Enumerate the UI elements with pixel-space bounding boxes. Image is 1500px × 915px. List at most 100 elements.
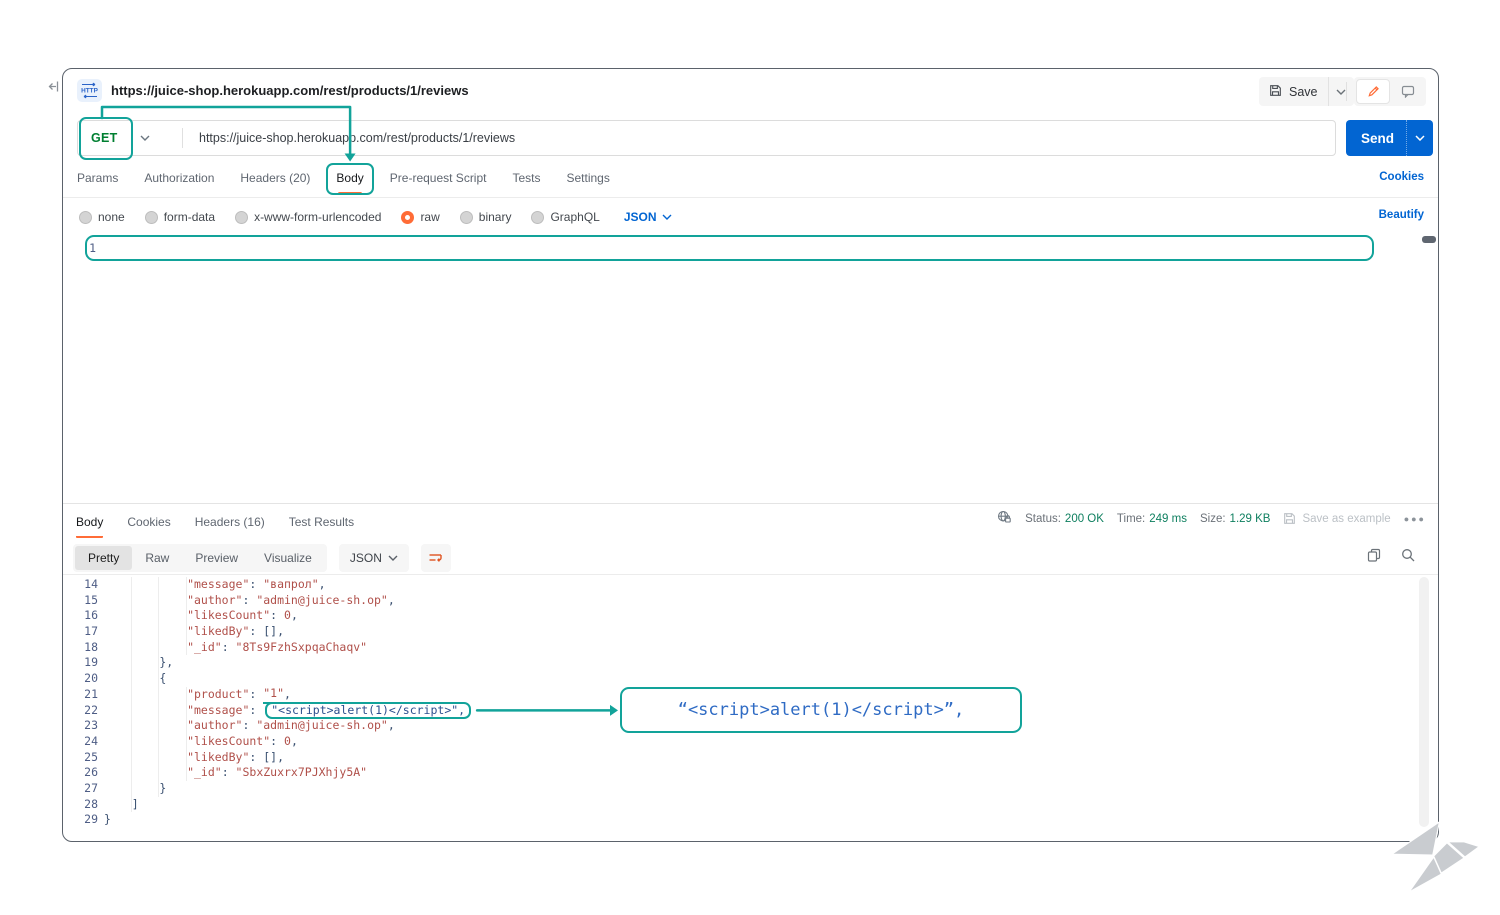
active-tab-underline [338, 192, 361, 195]
code-token: , [291, 608, 298, 624]
code-token: : [249, 624, 263, 640]
response-scrollbar[interactable] [1419, 577, 1429, 827]
line-content: "likesCount": 0, [104, 608, 298, 624]
search-icon[interactable] [1401, 548, 1415, 567]
line-content: "_id": "8Ts9FzhSxpqaChaqv" [104, 640, 367, 656]
tab-tests[interactable]: Tests [512, 171, 540, 185]
view-tab-raw[interactable]: Raw [132, 546, 182, 570]
code-token: "likedBy" [187, 750, 249, 766]
radio-none[interactable] [79, 211, 92, 224]
tab-params[interactable]: Params [77, 171, 118, 185]
indent-guide [159, 687, 187, 703]
code-token: , [388, 593, 395, 609]
code-token: : [249, 750, 263, 766]
svg-text:HTTP: HTTP [81, 88, 98, 95]
indent-guide [159, 640, 187, 656]
title-row: HTTP https://juice-shop.herokuapp.com/re… [63, 69, 1438, 113]
request-title: https://juice-shop.herokuapp.com/rest/pr… [111, 83, 469, 98]
method-selector[interactable]: GET [78, 121, 182, 155]
code-token: "author" [187, 718, 242, 734]
request-body-editor[interactable]: 1 [63, 235, 1438, 501]
view-tab-preview[interactable]: Preview [182, 546, 251, 570]
save-button[interactable]: Save [1259, 77, 1328, 106]
indent-guide [104, 671, 132, 687]
body-mode-binary[interactable]: binary [460, 210, 512, 224]
code-token: : [242, 718, 256, 734]
send-button[interactable]: Send [1346, 120, 1433, 156]
indent-guide [132, 703, 160, 719]
body-mode-raw[interactable]: raw [401, 210, 439, 224]
http-request-icon: HTTP [77, 79, 102, 102]
save-icon [1269, 84, 1282, 100]
view-tab-visualize[interactable]: Visualize [251, 546, 325, 570]
code-token: : [222, 640, 236, 656]
body-mode-label: none [98, 210, 125, 224]
body-mode-graphql[interactable]: GraphQL [531, 210, 599, 224]
code-token: "product" [187, 687, 249, 703]
indent-guide [159, 750, 187, 766]
line-content: "product": "1", [104, 687, 291, 703]
wrap-lines-button[interactable] [421, 544, 451, 572]
copy-icon[interactable] [1367, 548, 1381, 567]
tab-settings[interactable]: Settings [567, 171, 610, 185]
code-token: "_id" [187, 765, 222, 781]
raw-format-selector[interactable]: JSON [624, 210, 672, 224]
editor-line[interactable]: 1 [63, 235, 1438, 261]
indent-guide [132, 687, 160, 703]
line-content: { [104, 671, 166, 687]
indent-guide [132, 718, 160, 734]
network-icon[interactable] [997, 510, 1012, 527]
view-tab-pretty[interactable]: Pretty [75, 546, 132, 570]
save-as-example-button[interactable]: Save as example [1283, 512, 1390, 525]
body-mode-x-www-form-urlencoded[interactable]: x-www-form-urlencoded [235, 210, 381, 224]
code-token: } [159, 781, 166, 797]
tab-authorization[interactable]: Authorization [144, 171, 214, 185]
annotation-box-body-tab [326, 163, 373, 195]
indent-guide [159, 703, 187, 719]
save-button-label: Save [1289, 85, 1318, 99]
line-content: "author": "admin@juice-sh.op", [104, 593, 395, 609]
radio-form-data[interactable] [145, 211, 158, 224]
tab-headers-20[interactable]: Headers (20) [240, 171, 310, 185]
code-line: 25"likedBy": [], [63, 750, 1419, 766]
response-format-selector[interactable]: JSON [339, 544, 409, 572]
url-input[interactable]: https://juice-shop.herokuapp.com/rest/pr… [199, 131, 515, 145]
send-options-chevron[interactable] [1406, 120, 1433, 156]
indent-guide [132, 765, 160, 781]
line-content: }, [104, 655, 173, 671]
indent-guide [104, 655, 132, 671]
edit-button[interactable] [1356, 79, 1390, 104]
line-number: 20 [63, 671, 98, 687]
code-line: 16"likesCount": 0, [63, 608, 1419, 624]
indent-guide [132, 750, 160, 766]
line-content: ] [104, 797, 139, 813]
cookies-link[interactable]: Cookies [1379, 171, 1424, 183]
more-options-icon[interactable]: ●●● [1404, 514, 1426, 524]
radio-graphql[interactable] [531, 211, 544, 224]
code-token: 0 [284, 608, 291, 624]
indent-guide [104, 718, 132, 734]
view-tabs: PrettyRawPreviewVisualize [73, 544, 327, 572]
tab-pre-request-script[interactable]: Pre-request Script [390, 171, 487, 185]
line-number: 29 [63, 812, 98, 828]
radio-raw[interactable] [401, 211, 414, 224]
radio-binary[interactable] [460, 211, 473, 224]
code-token: >", [444, 703, 465, 717]
line-number: 14 [63, 577, 98, 593]
code-line: 28] [63, 797, 1419, 813]
response-tab-test-results[interactable]: Test Results [289, 515, 354, 529]
response-tab-cookies[interactable]: Cookies [127, 515, 170, 529]
line-content: } [104, 812, 111, 828]
code-token: , [388, 718, 395, 734]
beautify-link[interactable]: Beautify [1379, 209, 1424, 221]
comment-button[interactable] [1390, 85, 1426, 98]
save-options-chevron[interactable] [1328, 77, 1354, 106]
body-mode-none[interactable]: none [79, 210, 125, 224]
response-tab-headers-16[interactable]: Headers (16) [195, 515, 265, 529]
radio-x-www-form-urlencoded[interactable] [235, 211, 248, 224]
response-tab-body[interactable]: Body [76, 515, 103, 538]
tab-body[interactable]: Body [336, 171, 363, 185]
code-token: "8Ts9FzhSxpqaChaqv" [236, 640, 368, 656]
body-mode-form-data[interactable]: form-data [145, 210, 215, 224]
editor-scrollbar-thumb[interactable] [1422, 236, 1436, 243]
